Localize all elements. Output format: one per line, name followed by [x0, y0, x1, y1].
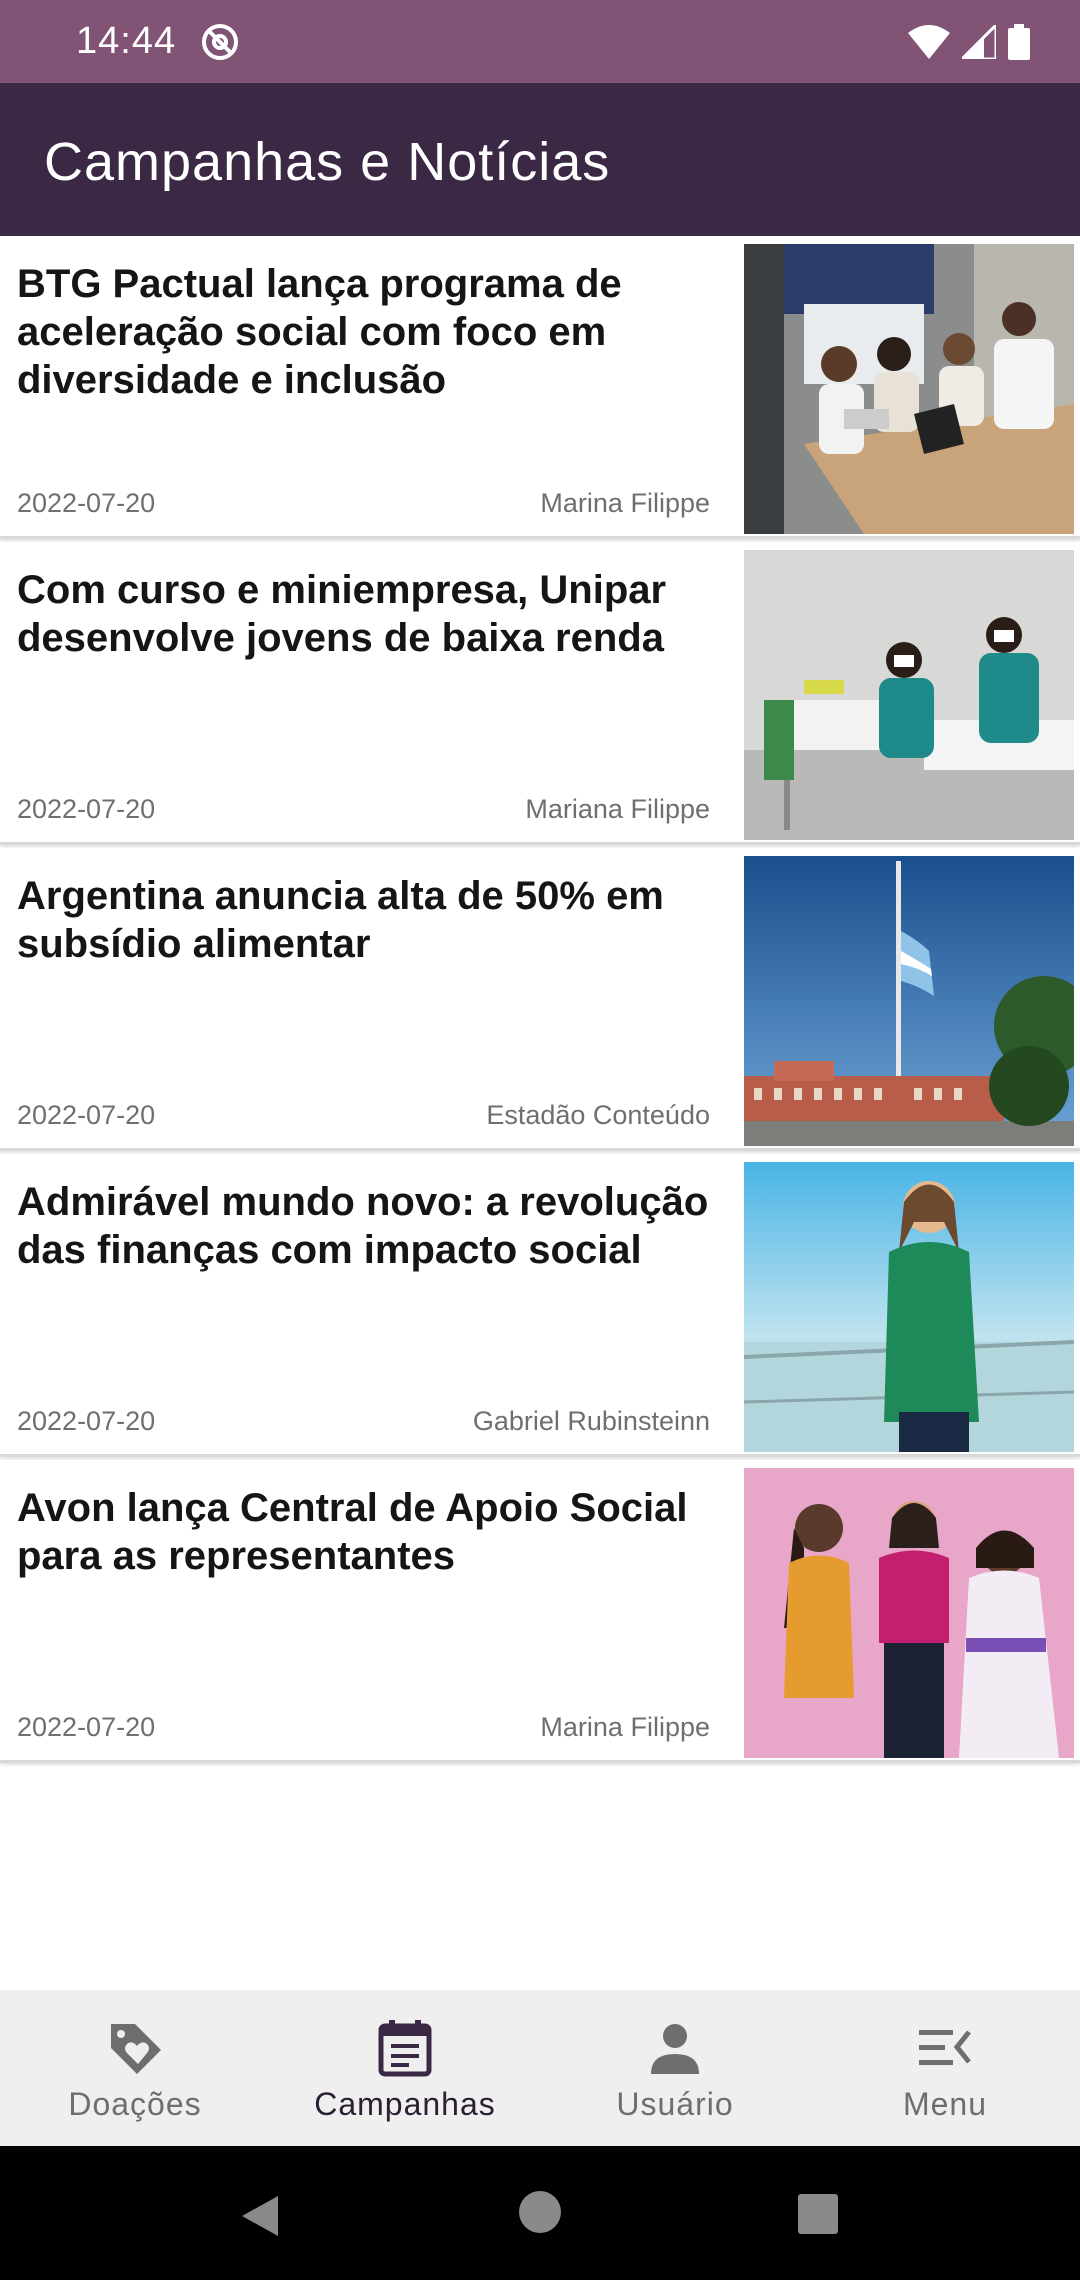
battery-icon — [1008, 24, 1030, 60]
news-author: Gabriel Rubinsteinn — [472, 1406, 710, 1436]
news-date: 2022-07-20 — [17, 1712, 156, 1742]
dnd-icon — [202, 24, 238, 60]
nav-item-usuario[interactable]: Usuário — [540, 1990, 810, 2146]
news-card[interactable]: Argentina anuncia alta de 50% em subsídi… — [0, 848, 1080, 1151]
news-card[interactable]: Com curso e miniempresa, Unipar desenvol… — [0, 542, 1080, 845]
system-nav-bar — [0, 2146, 1080, 2280]
calendar-icon — [378, 2020, 432, 2077]
news-date: 2022-07-20 — [17, 1406, 156, 1436]
nav-label: Doações — [68, 2086, 202, 2122]
app-bar: Campanhas e Notícias — [0, 83, 1080, 236]
nav-label: Menu — [902, 2086, 988, 2122]
news-date: 2022-07-20 — [17, 1100, 156, 1130]
status-time: 14:44 — [76, 20, 177, 62]
news-list: BTG Pactual lança programa de aceleração… — [0, 236, 1080, 1766]
nav-label: Usuário — [616, 2086, 734, 2122]
news-image-flag — [744, 856, 1074, 1146]
menu-icon — [919, 2030, 971, 2065]
nav-item-menu[interactable]: Menu — [810, 1990, 1080, 2146]
nav-item-campanhas[interactable]: Campanhas — [270, 1990, 540, 2146]
status-icons — [908, 24, 1030, 60]
person-icon — [651, 2024, 699, 2074]
news-image-woman-balcony — [744, 1162, 1074, 1452]
news-image-classroom — [744, 550, 1074, 840]
news-title: Com curso e miniempresa, Unipar desenvol… — [17, 568, 667, 660]
news-author: Marina Filippe — [540, 488, 710, 518]
news-author: Mariana Filippe — [525, 794, 710, 824]
cell-signal-icon — [962, 25, 996, 59]
page-title: Campanhas e Notícias — [44, 132, 611, 192]
news-card[interactable]: Admirável mundo novo: a revolução das fi… — [0, 1154, 1080, 1457]
news-card[interactable]: BTG Pactual lança programa de aceleração… — [0, 236, 1080, 539]
recents-icon[interactable] — [798, 2194, 838, 2234]
back-icon[interactable] — [238, 2192, 282, 2240]
news-author: Marina Filippe — [540, 1712, 710, 1742]
news-title: BTG Pactual lança programa de aceleração… — [17, 262, 622, 402]
news-author: Estadão Conteúdo — [486, 1100, 710, 1130]
news-title: Argentina anuncia alta de 50% em subsídi… — [17, 874, 664, 966]
news-card[interactable]: Avon lança Central de Apoio Social para … — [0, 1460, 1080, 1763]
bottom-nav: Doações Campanhas Usuário Menu — [0, 1990, 1080, 2146]
news-title: Admirável mundo novo: a revolução das fi… — [17, 1180, 709, 1272]
news-date: 2022-07-20 — [17, 794, 156, 824]
tag-heart-icon — [111, 2024, 161, 2074]
status-bar: 14:44 — [0, 0, 1080, 83]
news-image-women-group — [744, 1468, 1074, 1758]
news-image-meeting — [744, 244, 1074, 534]
home-icon[interactable] — [518, 2190, 562, 2234]
news-date: 2022-07-20 — [17, 488, 156, 518]
news-title: Avon lança Central de Apoio Social para … — [17, 1486, 688, 1578]
nav-item-doacoes[interactable]: Doações — [0, 1990, 270, 2146]
wifi-icon — [908, 25, 950, 59]
nav-label: Campanhas — [314, 2086, 496, 2122]
